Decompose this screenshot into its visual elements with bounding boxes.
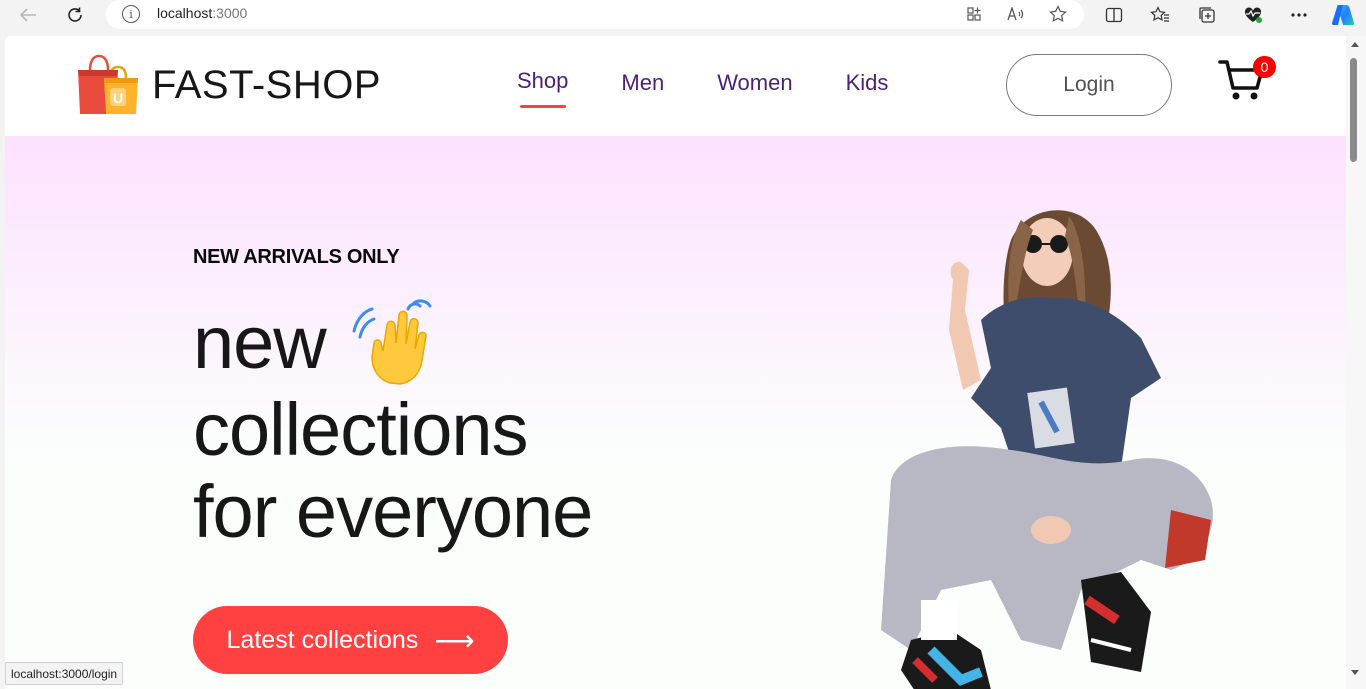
svg-text:U: U xyxy=(113,90,123,106)
waving-hand-icon xyxy=(352,297,450,389)
app-available-icon[interactable] xyxy=(962,3,986,25)
nav-item-men[interactable]: Men xyxy=(621,70,664,96)
latest-collections-button[interactable]: Latest collections ⟶ xyxy=(193,606,508,674)
url-text: localhost:3000 xyxy=(157,5,248,21)
hero-line-2: collections xyxy=(193,388,529,471)
logo-text: FAST-SHOP xyxy=(152,62,381,107)
hero-model-image xyxy=(871,180,1231,689)
site-logo[interactable]: U FAST-SHOP xyxy=(76,54,381,116)
site-navbar: U FAST-SHOP Shop Men Women Kids Login 0 xyxy=(5,36,1346,136)
favorite-star-icon[interactable] xyxy=(1046,3,1070,25)
read-aloud-icon[interactable] xyxy=(1004,3,1028,25)
nav-item-kids[interactable]: Kids xyxy=(846,70,889,96)
copilot-icon[interactable] xyxy=(1329,3,1357,27)
page-viewport: U FAST-SHOP Shop Men Women Kids Login 0 … xyxy=(5,36,1346,689)
address-bar[interactable]: i localhost:3000 xyxy=(106,0,1084,29)
nav-item-shop[interactable]: Shop xyxy=(517,68,568,108)
site-info-icon[interactable]: i xyxy=(122,5,140,23)
login-button[interactable]: Login xyxy=(1006,54,1172,116)
main-nav: Shop Men Women Kids xyxy=(517,68,941,108)
hero-line-1-text: new xyxy=(193,301,327,384)
latest-collections-label: Latest collections xyxy=(226,625,419,654)
cart-count-badge: 0 xyxy=(1253,56,1276,78)
hero-line-1: new xyxy=(193,297,592,389)
scroll-up-icon[interactable] xyxy=(1351,42,1359,47)
scrollbar-thumb[interactable] xyxy=(1350,58,1357,162)
collections-icon[interactable] xyxy=(1193,3,1221,27)
scroll-down-icon[interactable] xyxy=(1351,670,1359,675)
split-screen-icon[interactable] xyxy=(1100,3,1128,27)
back-arrow-icon[interactable] xyxy=(14,3,42,27)
hero-tagline: NEW ARRIVALS ONLY xyxy=(193,246,400,268)
vertical-scrollbar[interactable] xyxy=(1346,36,1366,689)
hero-line-3: for everyone xyxy=(193,470,593,553)
hero-text: NEW ARRIVALS ONLY new collections for ev… xyxy=(193,246,593,553)
shopping-bag-icon: U xyxy=(76,54,140,116)
more-options-icon[interactable] xyxy=(1285,3,1313,27)
arrow-right-icon: ⟶ xyxy=(434,624,475,656)
status-bar-url: localhost:3000/login xyxy=(5,662,124,685)
browser-toolbar: i localhost:3000 xyxy=(0,0,1366,34)
favorites-icon[interactable] xyxy=(1146,3,1174,27)
reload-icon[interactable] xyxy=(61,3,89,27)
nav-item-women[interactable]: Women xyxy=(717,70,792,96)
browser-essentials-icon[interactable] xyxy=(1239,3,1267,27)
hero-section: NEW ARRIVALS ONLY new collections for ev… xyxy=(5,136,1346,689)
